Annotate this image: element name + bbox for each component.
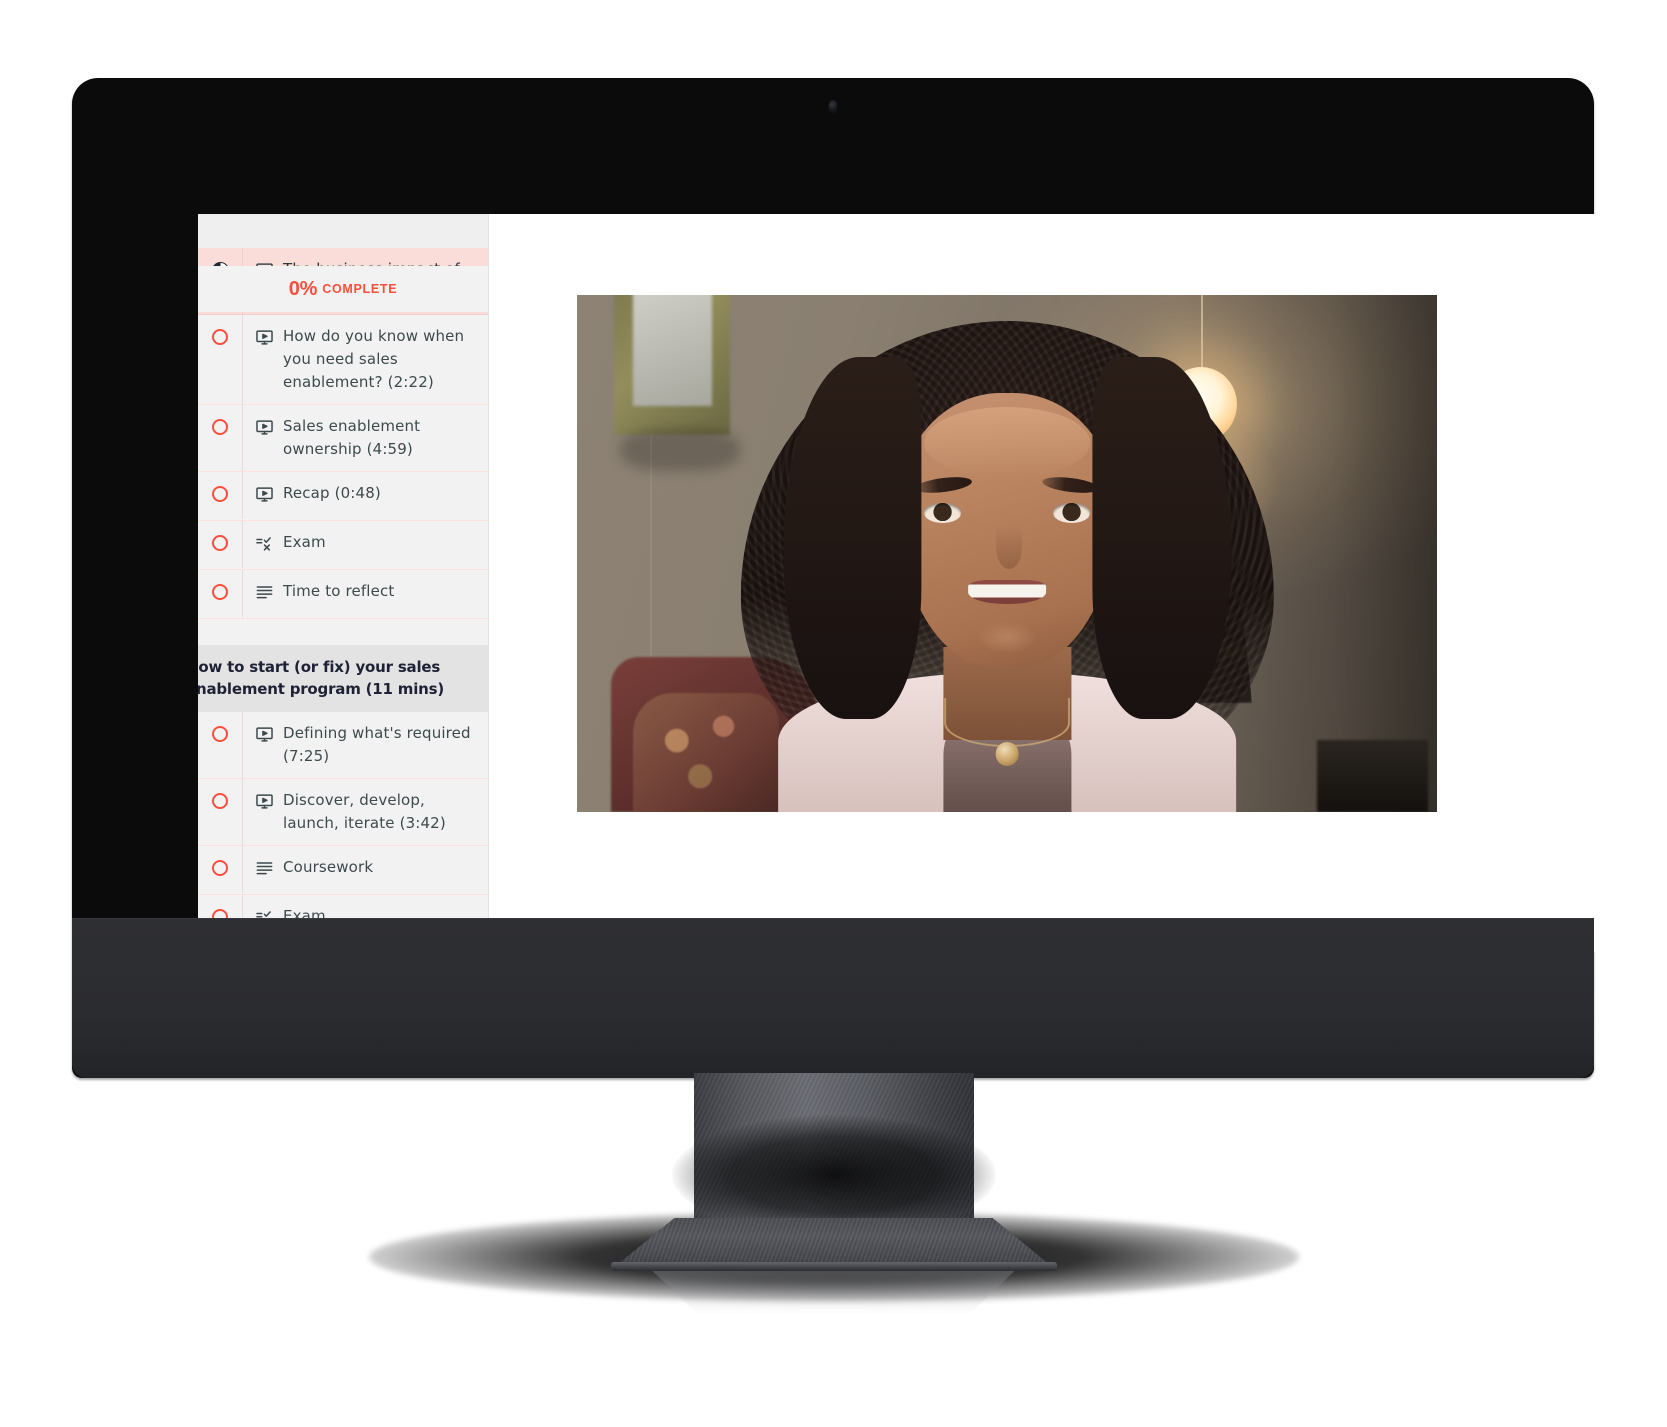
lesson-list-item[interactable]: Time to reflect xyxy=(198,570,488,619)
subject-face xyxy=(897,393,1117,668)
subject-nose xyxy=(996,524,1023,569)
empty-circle-icon xyxy=(212,535,228,551)
monitor-stand-foot-edge xyxy=(610,1262,1057,1271)
lesson-body: Defining what's required (7:25) xyxy=(242,712,488,778)
lesson-body: Coursework xyxy=(242,846,488,893)
video-player[interactable] xyxy=(577,295,1437,812)
video-subject-person xyxy=(740,295,1274,812)
subject-eye-right xyxy=(1052,502,1091,523)
lesson-title: How do you know when you need sales enab… xyxy=(283,327,465,391)
video-play-icon xyxy=(255,328,274,352)
video-play-icon xyxy=(255,792,274,816)
lesson-title: Time to reflect xyxy=(283,582,395,600)
webcam-icon xyxy=(828,100,838,113)
text-lines-icon xyxy=(255,859,274,883)
lesson-status[interactable] xyxy=(198,712,242,742)
lesson-title: Discover, develop, launch, iterate (3:42… xyxy=(283,791,446,832)
lesson-title: Exam xyxy=(283,533,326,551)
video-bg-dark-object xyxy=(1316,739,1429,812)
lesson-list-item[interactable]: Discover, develop, launch, iterate (3:42… xyxy=(198,779,488,846)
section-lesson-list: Defining what's required (7:25) Discover,… xyxy=(198,712,488,952)
lesson-status[interactable] xyxy=(198,846,242,876)
lesson-status[interactable] xyxy=(198,472,242,502)
sidebar-scroll-content: What is sales enablement? (3:38) The bus… xyxy=(198,214,488,952)
lesson-status[interactable] xyxy=(198,405,242,435)
lesson-status[interactable] xyxy=(198,779,242,809)
empty-circle-icon xyxy=(212,419,228,435)
subject-mouth xyxy=(967,579,1047,605)
subject-eye-left xyxy=(923,502,962,523)
lesson-title: Defining what's required (7:25) xyxy=(283,724,471,765)
lesson-body: Sales enablement ownership (4:59) xyxy=(242,405,488,471)
video-bg-frame-shadow xyxy=(620,429,741,471)
lesson-body: Time to reflect xyxy=(242,570,488,617)
empty-circle-icon xyxy=(212,860,228,876)
subject-necklace-chain xyxy=(943,698,1071,747)
section-header-label: How to start (or fix) your sales enablem… xyxy=(198,658,445,698)
text-lines-icon xyxy=(255,583,274,607)
video-play-icon xyxy=(255,725,274,749)
lesson-list-item[interactable]: How do you know when you need sales enab… xyxy=(198,315,488,405)
lesson-body: Recap (0:48) xyxy=(242,472,488,519)
subject-eyebrow-left xyxy=(914,474,973,496)
lesson-body: How do you know when you need sales enab… xyxy=(242,315,488,404)
lesson-list-item[interactable]: Sales enablement ownership (4:59) xyxy=(198,405,488,472)
subject-eyebrow-right xyxy=(1041,474,1100,496)
section-divider xyxy=(198,619,488,645)
video-play-icon xyxy=(255,485,274,509)
subject-forehead-highlight xyxy=(923,406,1091,479)
monitor-chin xyxy=(72,918,1594,1078)
progress-complete-label: COMPLETE xyxy=(322,282,398,296)
subject-necklace-pendant xyxy=(995,742,1019,766)
screen-display: What is sales enablement? (3:38) The bus… xyxy=(198,214,1612,952)
monitor-device: What is sales enablement? (3:38) The bus… xyxy=(0,0,1667,1427)
lesson-status[interactable] xyxy=(198,315,242,345)
lesson-title: Coursework xyxy=(283,858,374,876)
subject-chin xyxy=(976,620,1038,654)
section-header: How to start (or fix) your sales enablem… xyxy=(198,645,488,712)
video-play-icon xyxy=(255,418,274,442)
exam-icon xyxy=(255,534,274,558)
empty-circle-icon xyxy=(212,486,228,502)
lesson-title: Sales enablement ownership (4:59) xyxy=(283,417,421,458)
empty-circle-icon xyxy=(212,584,228,600)
floor-reflection xyxy=(649,1268,1018,1314)
progress-indicator: 0% COMPLETE xyxy=(198,266,488,312)
empty-circle-icon xyxy=(212,726,228,742)
progress-percent: 0% xyxy=(288,277,318,300)
lesson-list-item[interactable]: Defining what's required (7:25) xyxy=(198,712,488,779)
video-bg-mirror-glass xyxy=(632,295,712,406)
empty-circle-icon xyxy=(212,329,228,345)
lesson-title: Recap (0:48) xyxy=(283,484,381,502)
main-content xyxy=(489,214,1612,952)
video-bg-picture-frame xyxy=(613,295,731,435)
lesson-body: Discover, develop, launch, iterate (3:42… xyxy=(242,779,488,845)
lesson-body: Exam xyxy=(242,521,488,568)
lesson-status[interactable] xyxy=(198,521,242,551)
subject-hair-front-left xyxy=(783,357,922,719)
course-sidebar[interactable]: What is sales enablement? (3:38) The bus… xyxy=(198,214,489,952)
empty-circle-icon xyxy=(212,793,228,809)
lesson-list-item[interactable]: Exam xyxy=(198,521,488,570)
lesson-status[interactable] xyxy=(198,570,242,600)
lesson-list-item[interactable]: Recap (0:48) xyxy=(198,472,488,521)
subject-hair-front-right xyxy=(1092,357,1231,719)
lesson-list-item[interactable]: Coursework xyxy=(198,846,488,895)
